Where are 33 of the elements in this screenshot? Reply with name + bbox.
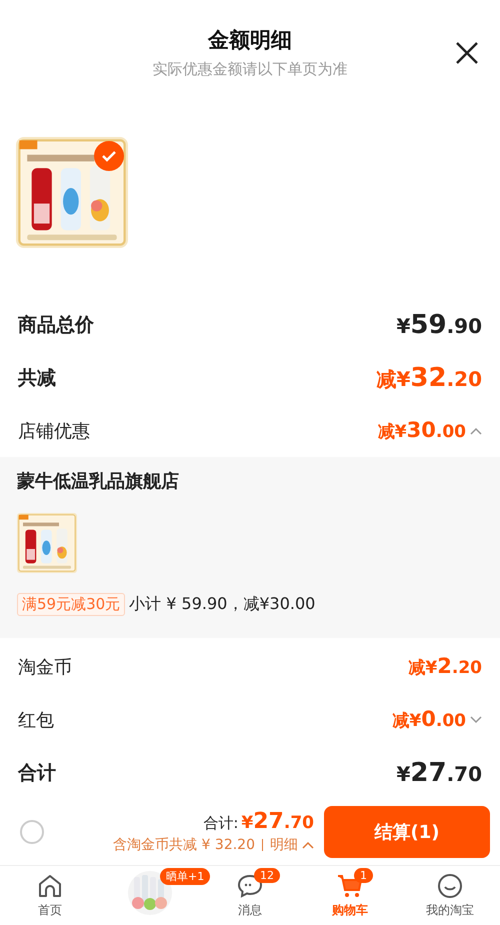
home-icon: [36, 872, 64, 900]
close-button[interactable]: [454, 40, 480, 66]
chevron-icon[interactable]: [470, 426, 482, 435]
tab-item[interactable]: 我的淘宝: [422, 866, 478, 925]
price: ¥59.90: [396, 310, 482, 340]
sheet-title: 金额明细: [208, 27, 292, 54]
tab-item[interactable]: 首页: [32, 866, 68, 925]
price: 减¥2.20: [408, 654, 482, 680]
subtotal-text: 小计 ¥ 59.90，减¥30.00: [129, 594, 316, 616]
price: 减¥30.00: [378, 418, 466, 444]
sheet-subtitle: 实际优惠金额请以下单页为准: [152, 60, 348, 79]
price: ¥27.70: [396, 758, 482, 788]
row-label: 淘金币: [18, 656, 72, 679]
price: 减¥0.00: [392, 707, 466, 732]
chevron-icon[interactable]: [470, 716, 482, 724]
cart-icon: [336, 872, 364, 900]
smile-icon: [436, 872, 464, 900]
total-label: 合计:: [203, 814, 238, 834]
row-label: 店铺优惠: [18, 420, 90, 443]
row-label: 共减: [18, 366, 56, 391]
store-name: 蒙牛低温乳品旗舰店: [17, 470, 179, 494]
total-price: ¥27.70: [241, 809, 314, 834]
row-label: 红包: [18, 708, 54, 732]
badge: 1: [354, 868, 373, 883]
badge: 12: [254, 868, 280, 883]
savings-text: 含淘金币共减 ¥ 32.20: [113, 836, 255, 854]
select-all-radio[interactable]: [20, 820, 44, 844]
row-label: 合计: [18, 760, 56, 786]
caret-icon[interactable]: [302, 841, 314, 850]
badge: 晒单+1: [160, 868, 210, 885]
price: 减¥32.20: [376, 362, 482, 393]
row-label: 商品总价: [18, 312, 94, 338]
promo-tag: 满59元减30元: [17, 593, 126, 616]
